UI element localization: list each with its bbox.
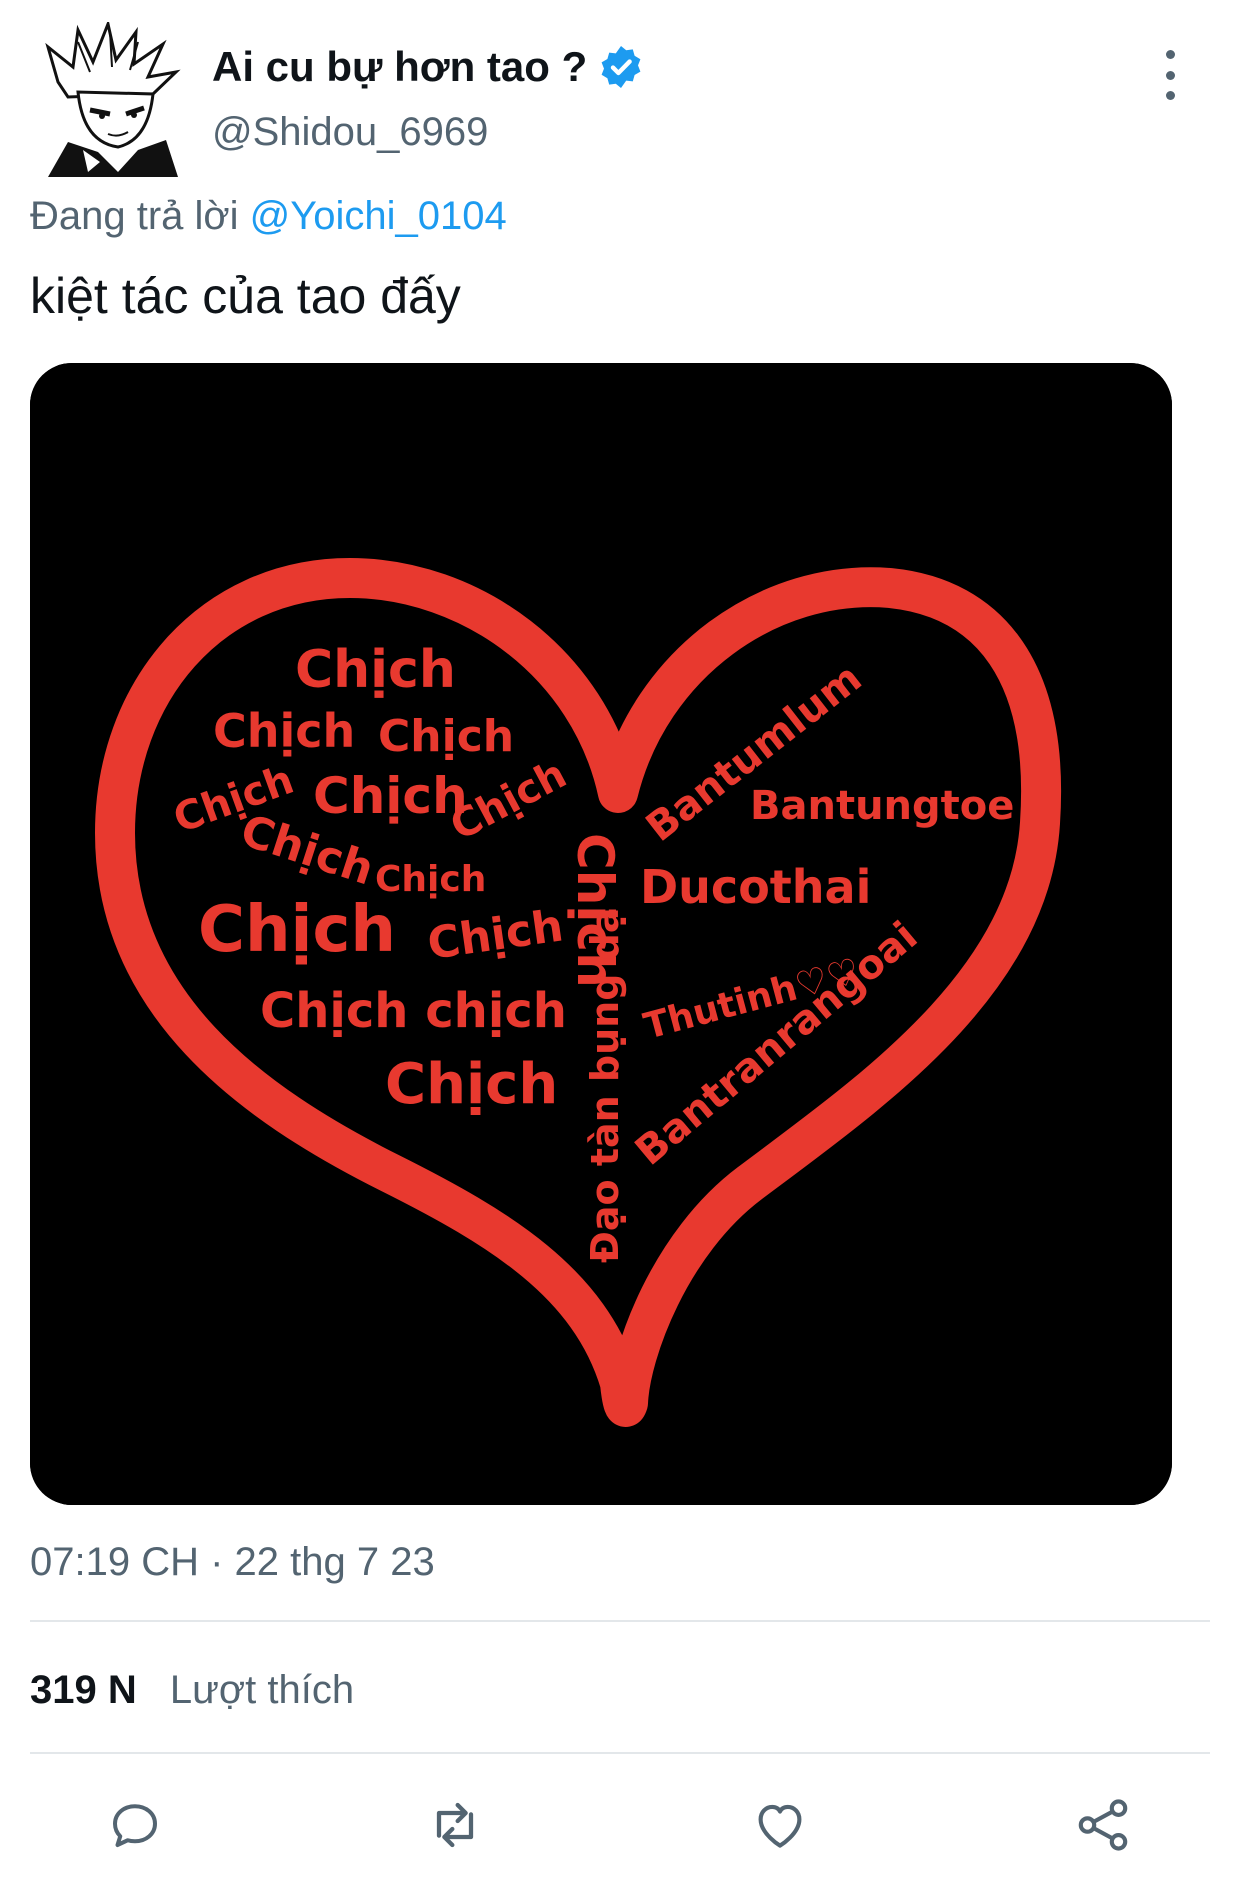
heart-icon bbox=[758, 1804, 802, 1848]
heart-word-vertical: Đạo tàn bụng dạ bbox=[583, 908, 627, 1264]
reply-context: Đang trả lời @Yoichi_0104 bbox=[30, 192, 507, 240]
avatar[interactable] bbox=[38, 22, 186, 177]
more-vertical-icon[interactable] bbox=[1150, 50, 1190, 100]
heart-word: Chịch bbox=[378, 711, 514, 762]
tweet-action-bar bbox=[0, 1790, 1234, 1860]
avatar-drawing bbox=[38, 22, 186, 177]
heart-word: Chịch chịch bbox=[260, 983, 567, 1039]
tweet-timestamp[interactable]: 07:19 CH · 22 thg 7 23 bbox=[30, 1538, 435, 1586]
tweet-media-image[interactable]: Chịch Chịch Chịch Chịch Chịch Chịch Chịc… bbox=[30, 363, 1172, 1505]
reply-mention-link[interactable]: @Yoichi_0104 bbox=[250, 194, 507, 238]
reply-bubble-icon bbox=[113, 1804, 157, 1847]
share-icon bbox=[1078, 1799, 1128, 1851]
heart-word: Chịch bbox=[385, 1052, 558, 1117]
tweet-text: kiệt tác của tao đấy bbox=[30, 268, 461, 324]
share-button[interactable] bbox=[1068, 1790, 1138, 1860]
likes-count: 319 N bbox=[30, 1668, 137, 1712]
heart-word: Chịch bbox=[313, 767, 468, 825]
heart-word: Chịch bbox=[198, 893, 396, 967]
display-name[interactable]: Ai cu bự hơn tao ? bbox=[212, 42, 645, 92]
reply-button[interactable] bbox=[100, 1790, 170, 1860]
user-handle[interactable]: @Shidou_6969 bbox=[212, 108, 488, 156]
reply-prefix: Đang trả lời bbox=[30, 194, 239, 238]
likes-label: Lượt thích bbox=[169, 1668, 355, 1712]
heart-word: Ducothai bbox=[640, 860, 871, 914]
heart-word: Chịch bbox=[295, 640, 456, 700]
likes-stat[interactable]: 319 N Lượt thích bbox=[30, 1666, 354, 1714]
divider bbox=[30, 1620, 1210, 1622]
display-name-text: Ai cu bự hơn tao ? bbox=[212, 43, 588, 90]
heart-word-art: Chịch Chịch Chịch Chịch Chịch Chịch Chịc… bbox=[30, 363, 1172, 1505]
verified-badge-icon bbox=[601, 46, 641, 88]
divider bbox=[30, 1752, 1210, 1754]
like-button[interactable] bbox=[745, 1790, 815, 1860]
heart-word: Chịch bbox=[213, 704, 355, 758]
retweet-icon bbox=[436, 1802, 474, 1848]
heart-word: Bantungtoe bbox=[750, 783, 1014, 829]
retweet-button[interactable] bbox=[420, 1790, 490, 1860]
